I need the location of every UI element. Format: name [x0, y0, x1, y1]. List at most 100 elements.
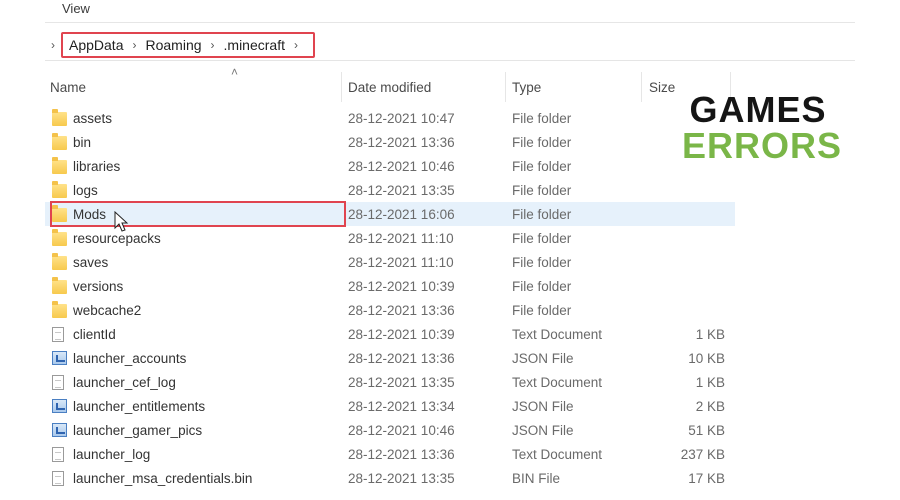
file-icon-cell — [52, 250, 68, 274]
breadcrumb: AppData › Roaming › .minecraft › — [61, 32, 315, 58]
file-row[interactable]: webcache2 28-12-2021 13:36 File folder — [45, 298, 735, 322]
toolbar-divider — [45, 22, 855, 23]
file-icon-cell — [52, 106, 68, 130]
file-name: webcache2 — [73, 302, 142, 318]
address-chevron-icon[interactable]: › — [51, 38, 55, 52]
file-row[interactable]: launcher_msa_credentials.bin 28-12-2021 1… — [45, 466, 735, 490]
column-header-size[interactable]: Size — [649, 70, 675, 104]
logo-line-errors: ERRORS — [682, 125, 843, 166]
breadcrumb-separator-icon[interactable]: › — [132, 38, 136, 52]
breadcrumb-minecraft[interactable]: .minecraft — [224, 37, 285, 53]
text-document-icon — [52, 326, 64, 342]
column-header-row: ˄ Name Date modified Type Size — [45, 65, 731, 104]
file-size: 51 KB — [688, 422, 725, 438]
file-date-modified: 28-12-2021 13:36 — [348, 446, 455, 462]
file-icon-cell — [52, 346, 68, 370]
file-icon-cell — [52, 442, 68, 466]
file-name: launcher_accounts — [73, 350, 187, 366]
file-row[interactable]: logs 28-12-2021 13:35 File folder — [45, 178, 735, 202]
address-bar[interactable]: › AppData › Roaming › .minecraft › — [45, 30, 855, 61]
file-date-modified: 28-12-2021 16:06 — [348, 206, 455, 222]
file-date-modified: 28-12-2021 13:36 — [348, 134, 455, 150]
file-type: JSON File — [512, 422, 574, 438]
file-date-modified: 28-12-2021 13:34 — [348, 398, 455, 414]
file-type: JSON File — [512, 398, 574, 414]
column-header-type[interactable]: Type — [512, 70, 541, 104]
file-size — [645, 298, 725, 322]
file-date-modified: 28-12-2021 13:36 — [348, 302, 455, 318]
file-row[interactable]: bin 28-12-2021 13:36 File folder — [45, 130, 735, 154]
view-menu[interactable]: View — [62, 1, 90, 16]
folder-icon — [52, 180, 67, 198]
file-icon-cell — [52, 322, 68, 346]
folder-icon — [52, 228, 67, 246]
folder-icon — [52, 156, 67, 174]
text-document-icon — [52, 374, 64, 390]
games-errors-logo: GAMES ERRORS — [682, 92, 843, 166]
file-row[interactable]: versions 28-12-2021 10:39 File folder — [45, 274, 735, 298]
column-divider[interactable] — [505, 72, 506, 102]
file-type: File folder — [512, 254, 572, 270]
file-type: BIN File — [512, 470, 561, 486]
breadcrumb-separator-icon[interactable]: › — [294, 38, 298, 52]
file-date-modified: 28-12-2021 10:47 — [348, 110, 455, 126]
file-type: File folder — [512, 206, 572, 222]
file-row[interactable]: assets 28-12-2021 10:47 File folder — [45, 106, 735, 130]
file-size: 1 KB — [695, 326, 725, 342]
file-type: File folder — [512, 158, 572, 174]
breadcrumb-separator-icon[interactable]: › — [211, 38, 215, 52]
file-row[interactable]: launcher_cef_log 28-12-2021 13:35 Text Doc… — [45, 370, 735, 394]
column-divider[interactable] — [341, 72, 342, 102]
file-name: launcher_msa_credentials.bin — [73, 470, 253, 486]
file-type: File folder — [512, 134, 572, 150]
file-row[interactable]: launcher_log 28-12-2021 13:36 Text Documen… — [45, 442, 735, 466]
file-date-modified: 28-12-2021 10:46 — [348, 158, 455, 174]
file-name: saves — [73, 254, 109, 270]
mouse-cursor-icon — [114, 211, 129, 232]
file-row[interactable]: resourcepacks 28-12-2021 11:10 File folder — [45, 226, 735, 250]
file-icon-cell — [52, 394, 68, 418]
file-size: 237 KB — [680, 446, 725, 462]
file-type: File folder — [512, 302, 572, 318]
file-name: launcher_cef_log — [73, 374, 176, 390]
file-icon-cell — [52, 178, 68, 202]
file-row[interactable]: launcher_entitlements 28-12-2021 13:34 JSO… — [45, 394, 735, 418]
file-row[interactable]: libraries 28-12-2021 10:46 File folder — [45, 154, 735, 178]
bin-file-icon — [52, 470, 64, 486]
file-size: 10 KB — [688, 350, 725, 366]
file-row[interactable]: saves 28-12-2021 11:10 File folder — [45, 250, 735, 274]
column-divider[interactable] — [641, 72, 642, 102]
file-row[interactable]: launcher_gamer_pics 28-12-2021 10:46 JSON … — [45, 418, 735, 442]
file-icon-cell — [52, 154, 68, 178]
folder-icon — [52, 204, 67, 222]
file-row[interactable]: Mods 28-12-2021 16:06 File folder — [45, 202, 735, 226]
file-name: launcher_log — [73, 446, 151, 462]
breadcrumb-appdata[interactable]: AppData — [69, 37, 123, 53]
file-date-modified: 28-12-2021 10:39 — [348, 326, 455, 342]
folder-icon — [52, 276, 67, 294]
file-name: assets — [73, 110, 113, 126]
file-name: libraries — [73, 158, 121, 174]
file-icon-cell — [52, 418, 68, 442]
column-header-name[interactable]: Name — [50, 70, 86, 104]
file-list: assets 28-12-2021 10:47 File folder bin 28-1… — [45, 106, 735, 490]
file-icon-cell — [52, 274, 68, 298]
file-row[interactable]: clientId 28-12-2021 10:39 Text Document 1 K… — [45, 322, 735, 346]
column-header-date[interactable]: Date modified — [348, 70, 431, 104]
file-type: Text Document — [512, 446, 603, 462]
folder-icon — [52, 300, 67, 318]
file-icon-cell — [52, 130, 68, 154]
file-date-modified: 28-12-2021 11:10 — [348, 254, 454, 270]
file-name: launcher_gamer_pics — [73, 422, 203, 438]
file-icon-cell — [52, 466, 68, 490]
file-row[interactable]: launcher_accounts 28-12-2021 13:36 JSON Fi… — [45, 346, 735, 370]
file-size — [645, 274, 725, 298]
file-size: 1 KB — [695, 374, 725, 390]
file-name: Mods — [73, 206, 107, 222]
folder-icon — [52, 132, 67, 150]
file-icon-cell — [52, 202, 68, 226]
file-size: 2 KB — [695, 398, 725, 414]
breadcrumb-roaming[interactable]: Roaming — [145, 37, 201, 53]
folder-icon — [52, 252, 67, 270]
file-type: Text Document — [512, 326, 603, 342]
